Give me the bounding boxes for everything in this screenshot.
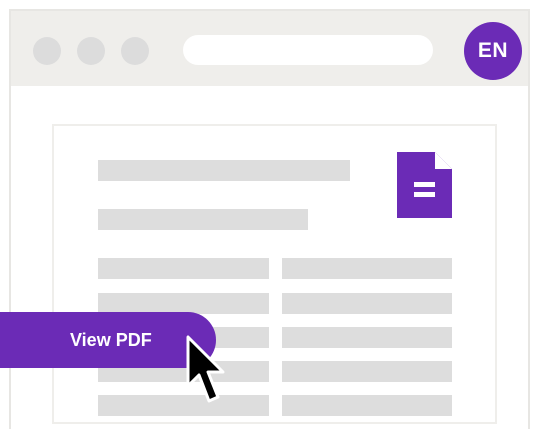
document-text-placeholder (98, 395, 269, 416)
window-control-close[interactable] (33, 37, 61, 65)
address-bar[interactable] (183, 35, 433, 65)
document-title-placeholder (98, 160, 350, 181)
view-pdf-button[interactable]: View PDF (0, 312, 216, 368)
document-text-placeholder (282, 361, 452, 382)
document-text-placeholder (98, 293, 269, 314)
window-control-minimize[interactable] (77, 37, 105, 65)
document-text-placeholder (282, 293, 452, 314)
window-control-maximize[interactable] (121, 37, 149, 65)
document-text-placeholder (282, 327, 452, 348)
document-icon (397, 152, 452, 218)
mouse-cursor-icon (186, 335, 225, 403)
document-subtitle-placeholder (98, 209, 308, 230)
browser-toolbar: EN (11, 11, 528, 86)
document-text-placeholder (282, 258, 452, 279)
document-text-placeholder (98, 258, 269, 279)
language-badge[interactable]: EN (464, 22, 522, 80)
document-text-placeholder (282, 395, 452, 416)
